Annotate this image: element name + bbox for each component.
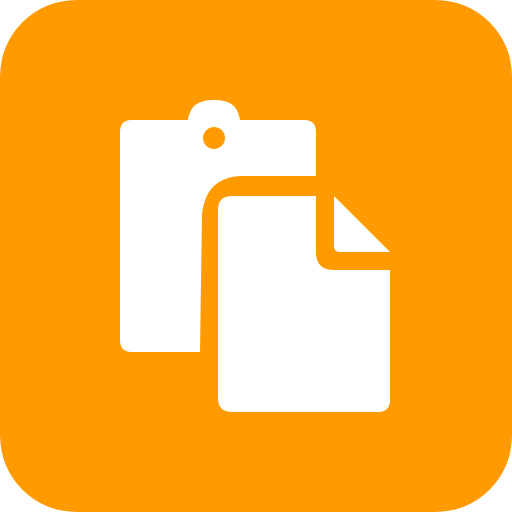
- document-icon: [218, 196, 390, 412]
- clipboard-clip-hole: [203, 127, 225, 149]
- paste-clipboard-icon: [0, 0, 512, 512]
- app-icon[interactable]: [0, 0, 512, 512]
